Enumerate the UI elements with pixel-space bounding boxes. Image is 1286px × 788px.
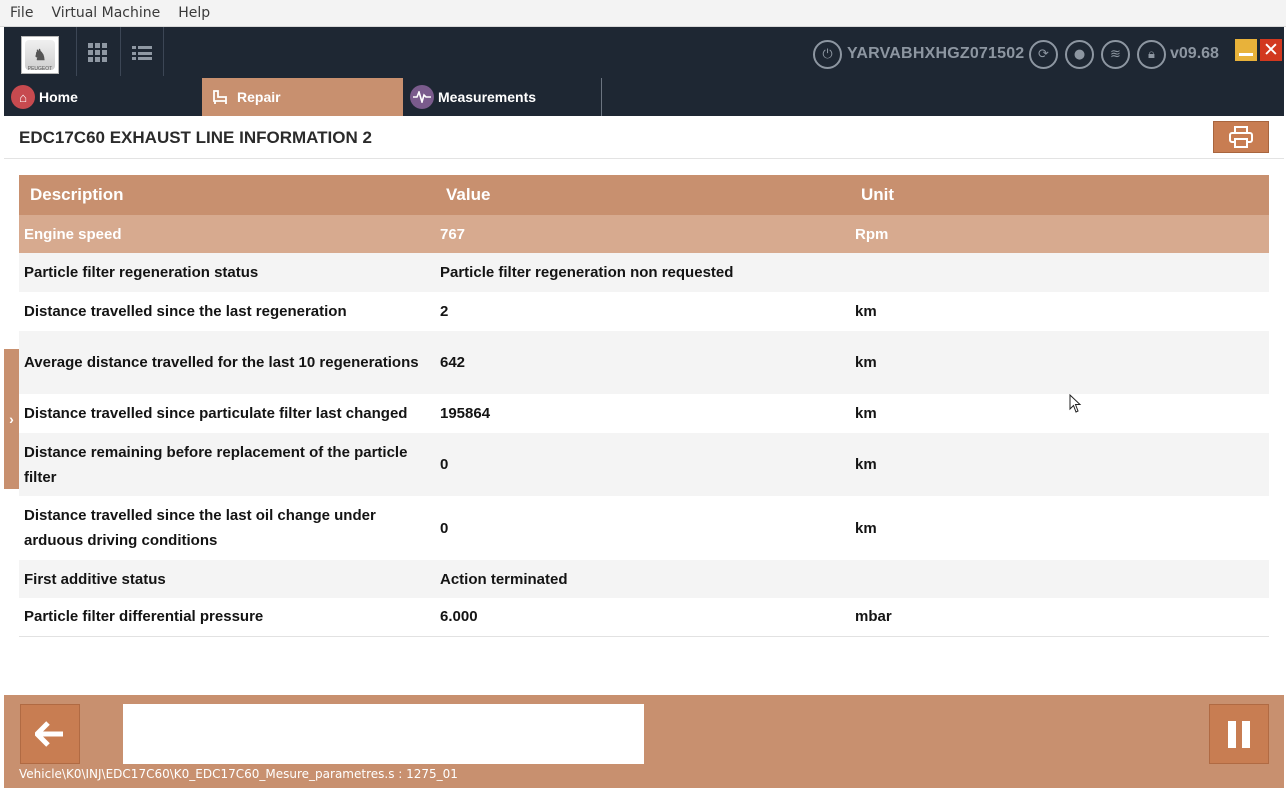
footer-bar: Vehicle\K0\INJ\EDC17C60\K0_EDC17C60_Mesu… — [4, 695, 1284, 788]
side-panel-toggle[interactable]: › — [4, 349, 19, 489]
cell-description: Particle filter differential pressure — [19, 598, 435, 636]
power-icon[interactable]: ⏻ — [813, 40, 842, 69]
logo-caption: PEUGEOT — [27, 66, 53, 72]
home-icon: ⌂ — [11, 85, 35, 109]
tab-repair[interactable]: Repair — [202, 78, 403, 116]
cell-unit: km — [850, 394, 1269, 433]
cell-description: Engine speed — [19, 215, 435, 253]
cell-unit — [850, 253, 1269, 292]
cell-unit: km — [850, 292, 1269, 331]
table-row[interactable]: Particle filter regeneration status Part… — [19, 253, 1269, 292]
vin-label: YARVABHXHGZ071502 — [847, 45, 1025, 62]
cell-description: Particle filter regeneration status — [19, 253, 435, 292]
message-box — [123, 704, 644, 764]
cell-value: 195864 — [435, 394, 850, 433]
menu-file[interactable]: File — [0, 5, 41, 21]
back-button[interactable] — [20, 704, 80, 764]
arrow-left-icon — [35, 721, 63, 747]
cell-unit — [850, 560, 1269, 598]
cell-value: 6.000 — [435, 598, 850, 636]
cell-description: Distance travelled since the last regene… — [19, 292, 435, 331]
table-row[interactable]: Average distance travelled for the last … — [19, 331, 1269, 394]
wifi-icon[interactable]: ≋ — [1101, 40, 1130, 69]
table-row[interactable]: Particle filter differential pressure 6.… — [19, 598, 1269, 636]
tab-measurements[interactable]: Measurements — [403, 78, 602, 116]
minimize-button[interactable] — [1235, 39, 1257, 61]
tab-home-label: Home — [39, 89, 78, 105]
menu-help[interactable]: Help — [168, 5, 218, 21]
diagnostic-app: ♞ PEUGEOT ⏻ YARVABHXHGZ071502 ⟳ ● ≋ 🔒︎ v… — [4, 27, 1284, 788]
menu-virtual-machine[interactable]: Virtual Machine — [41, 5, 168, 21]
lock-icon[interactable]: 🔒︎ — [1137, 40, 1166, 69]
print-button[interactable] — [1213, 121, 1269, 153]
tab-repair-label: Repair — [237, 89, 281, 105]
table-header-row: Description Value Unit — [19, 175, 1269, 215]
mouse-cursor-icon — [1069, 394, 1082, 413]
vm-menubar: File Virtual Machine Help — [0, 0, 1286, 27]
measurements-icon — [410, 85, 434, 109]
top-bar: ♞ PEUGEOT ⏻ YARVABHXHGZ071502 ⟳ ● ≋ 🔒︎ v… — [4, 27, 1284, 116]
user-icon[interactable]: ● — [1065, 40, 1094, 69]
peugeot-logo: ♞ PEUGEOT — [21, 36, 59, 74]
tab-measurements-label: Measurements — [438, 89, 537, 105]
cell-value: 2 — [435, 292, 850, 331]
divider — [76, 27, 77, 76]
cell-description: Distance remaining before replacement of… — [19, 433, 435, 496]
list-view-icon[interactable] — [132, 43, 152, 63]
divider — [120, 27, 121, 76]
header-description: Description — [19, 175, 435, 215]
cell-value: Action terminated — [435, 560, 850, 598]
cell-value: 767 — [435, 215, 850, 253]
cell-description: Distance travelled since particulate fil… — [19, 394, 435, 433]
cell-value: 0 — [435, 433, 850, 496]
repair-icon — [209, 85, 233, 109]
cell-unit: Rpm — [850, 215, 1269, 253]
header-unit: Unit — [850, 175, 1269, 215]
cell-value: Particle filter regeneration non request… — [435, 253, 850, 292]
table-row[interactable]: First additive status Action terminated — [19, 560, 1269, 598]
pause-button[interactable] — [1209, 704, 1269, 764]
header-value: Value — [435, 175, 850, 215]
printer-icon — [1229, 126, 1253, 148]
cell-value: 0 — [435, 496, 850, 560]
cell-unit: km — [850, 433, 1269, 496]
cell-description: First additive status — [19, 560, 435, 598]
chevron-right-icon: › — [9, 411, 14, 427]
page-title: EDC17C60 EXHAUST LINE INFORMATION 2 — [19, 128, 372, 147]
table-row[interactable]: Distance travelled since the last regene… — [19, 292, 1269, 331]
cell-description: Average distance travelled for the last … — [19, 331, 435, 394]
table-row[interactable]: Engine speed 767 Rpm — [19, 215, 1269, 253]
cell-unit: km — [850, 331, 1269, 394]
pause-icon — [1225, 720, 1253, 748]
tab-home[interactable]: ⌂ Home — [4, 78, 202, 116]
version-label: v09.68 — [1170, 45, 1219, 62]
cell-unit: km — [850, 496, 1269, 560]
table-row[interactable]: Distance remaining before replacement of… — [19, 433, 1269, 496]
title-row: EDC17C60 EXHAUST LINE INFORMATION 2 — [4, 116, 1284, 159]
status-path: Vehicle\K0\INJ\EDC17C60\K0_EDC17C60_Mesu… — [19, 767, 458, 781]
divider — [163, 27, 164, 76]
cell-description: Distance travelled since the last oil ch… — [19, 496, 435, 560]
grid-view-icon[interactable] — [88, 43, 108, 63]
refresh-icon[interactable]: ⟳ — [1029, 40, 1058, 69]
table-row[interactable]: Distance travelled since the last oil ch… — [19, 496, 1269, 560]
cell-unit: mbar — [850, 598, 1269, 636]
cell-value: 642 — [435, 331, 850, 394]
close-button[interactable]: ✕ — [1260, 39, 1282, 61]
